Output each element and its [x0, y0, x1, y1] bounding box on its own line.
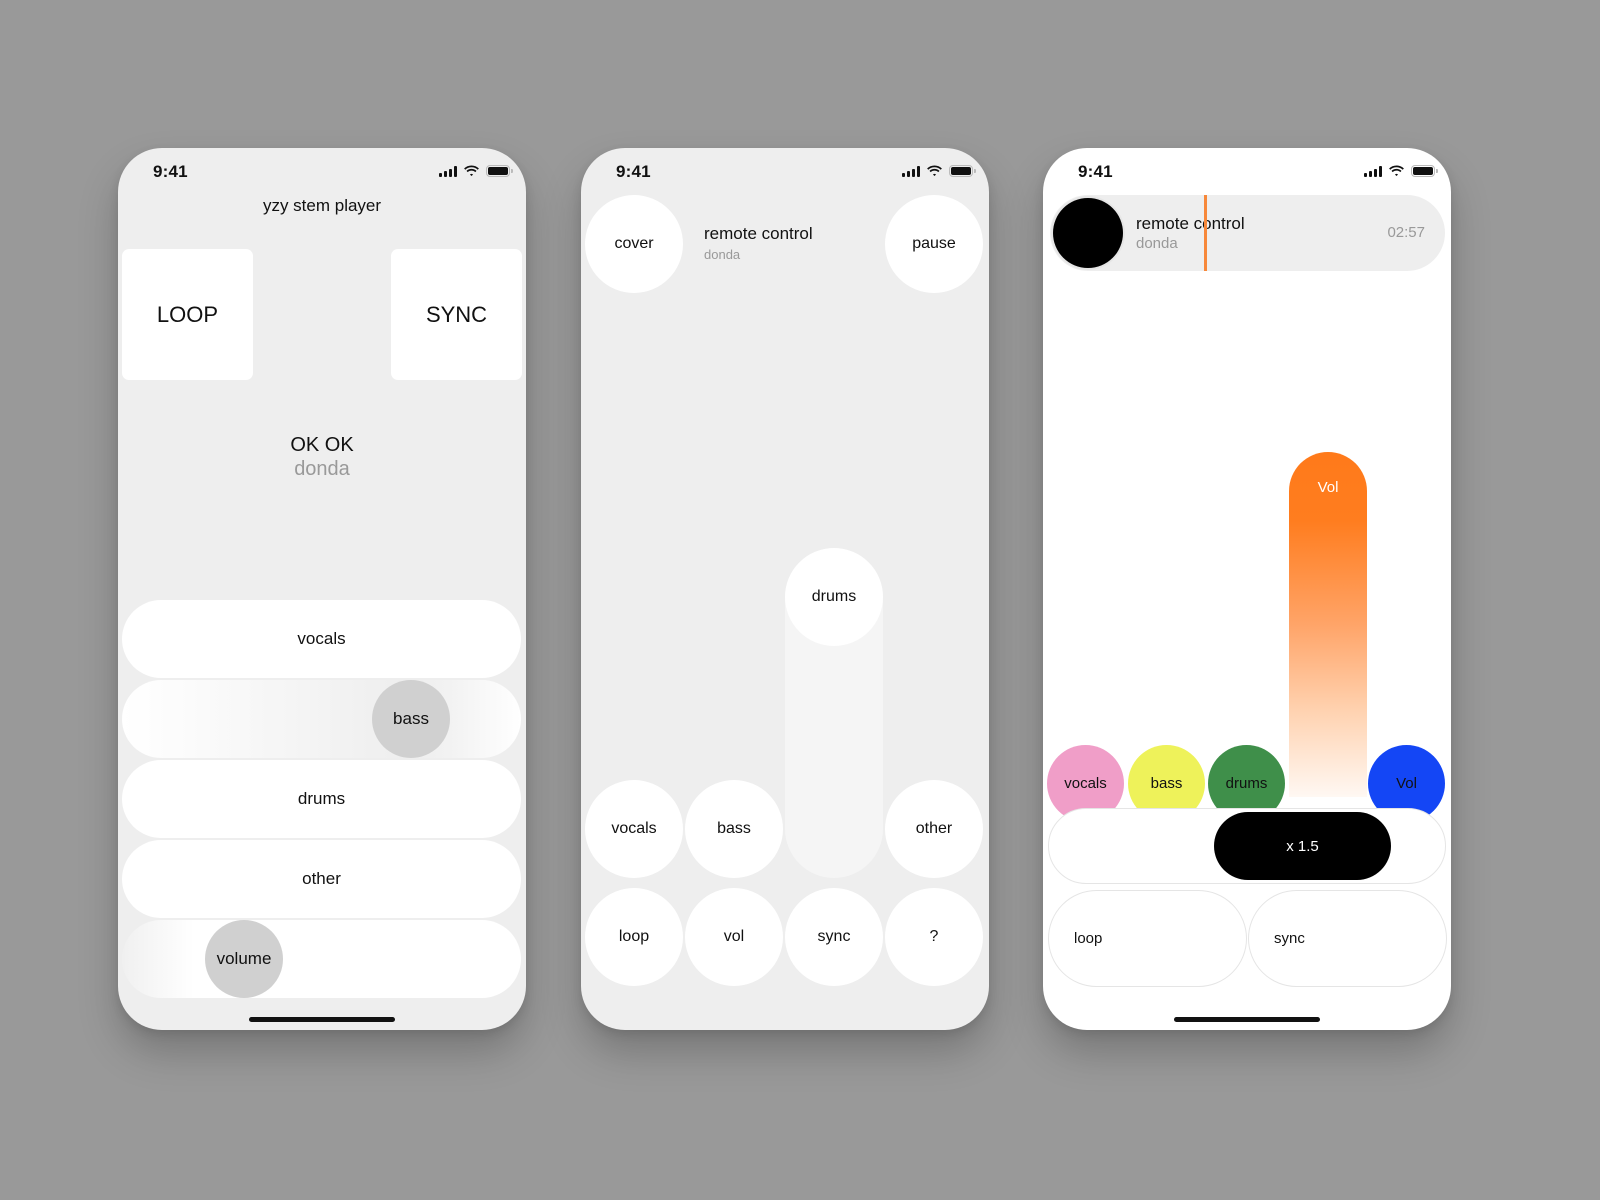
stem-button-bass[interactable]: bass	[685, 780, 783, 878]
status-bar: 9:41	[118, 148, 526, 196]
stem-label: bass	[393, 709, 429, 728]
status-time: 9:41	[1078, 162, 1113, 181]
loop-label: loop	[618, 928, 650, 945]
drums-label: drums	[811, 588, 857, 605]
wifi-icon	[927, 165, 942, 176]
stem-label: bass	[717, 820, 751, 837]
help-label: ?	[929, 928, 939, 945]
phone-screen-remote-color: 9:41 remote control donda 02:57 Vol voca…	[1043, 148, 1451, 1030]
signal-icon	[902, 165, 920, 177]
stem-label: vocals	[611, 820, 657, 837]
vol-button[interactable]: vol	[685, 888, 783, 986]
loop-button[interactable]: loop	[585, 888, 683, 986]
volume-slider[interactable]: Vol	[1289, 452, 1367, 797]
track-artist: donda	[704, 247, 741, 262]
wifi-icon	[464, 165, 479, 176]
signal-icon	[1364, 165, 1382, 177]
volume-slider-label: Vol	[1317, 479, 1339, 496]
sync-label: sync	[817, 928, 851, 945]
speed-slider-handle[interactable]: x 1.5	[1214, 812, 1391, 880]
speed-label: x 1.5	[1286, 837, 1319, 855]
battery-icon	[486, 165, 513, 177]
track-artist: donda	[1136, 235, 1178, 252]
track-title: remote control	[1136, 214, 1245, 233]
slider-knob-volume[interactable]: volume	[205, 920, 283, 998]
track-time: 02:57	[1387, 224, 1425, 241]
loop-button[interactable]: loop	[1048, 890, 1247, 987]
cover-label: cover	[614, 235, 654, 252]
status-time: 9:41	[153, 162, 188, 181]
playhead-marker[interactable]	[1204, 195, 1207, 271]
stem-row-vocals[interactable]: vocals	[122, 600, 521, 678]
drums-slider-knob[interactable]: drums	[785, 548, 883, 646]
app-title: yzy stem player	[262, 196, 382, 215]
stem-label: vocals	[297, 629, 346, 648]
wifi-icon	[1389, 165, 1404, 176]
track-artist: donda	[294, 458, 350, 480]
sync-button[interactable]: sync	[785, 888, 883, 986]
stem-label: drums	[1225, 775, 1268, 792]
status-time: 9:41	[616, 162, 651, 181]
battery-icon	[1411, 165, 1438, 177]
loop-label: loop	[1074, 930, 1103, 947]
battery-icon	[949, 165, 976, 177]
stem-row-other[interactable]: other	[122, 840, 521, 918]
status-bar: 9:41	[581, 148, 989, 196]
vol-label: vol	[723, 928, 745, 945]
stem-slider-bass[interactable]: bass	[122, 680, 521, 758]
track-title: OK OK	[290, 434, 354, 456]
track-title: remote control	[704, 224, 813, 243]
home-indicator	[249, 1017, 395, 1022]
volume-label: volume	[216, 949, 272, 968]
album-cover[interactable]	[1053, 198, 1123, 268]
sync-button[interactable]: sync	[1248, 890, 1447, 987]
cover-button[interactable]: cover	[585, 195, 683, 293]
sync-button[interactable]: SYNC	[391, 249, 522, 380]
stem-button-other[interactable]: other	[885, 780, 983, 878]
stem-label: vocals	[1064, 775, 1107, 792]
status-bar: 9:41	[1043, 148, 1451, 196]
now-playing-bar[interactable]: remote control donda 02:57	[1050, 195, 1445, 271]
pause-button[interactable]: pause	[885, 195, 983, 293]
slider-knob-bass[interactable]: bass	[372, 680, 450, 758]
stem-label: other	[915, 820, 953, 837]
stem-button-vocals[interactable]: vocals	[585, 780, 683, 878]
help-button[interactable]: ?	[885, 888, 983, 986]
track-info: OK OK donda	[118, 433, 526, 481]
phone-screen-remote-circles: 9:41 cover remote control donda pause dr…	[581, 148, 989, 1030]
stem-label: bass	[1150, 775, 1183, 792]
pause-label: pause	[912, 235, 956, 252]
loop-button[interactable]: LOOP	[122, 249, 253, 380]
sync-label: sync	[1274, 930, 1305, 947]
home-indicator	[1174, 1017, 1320, 1022]
stem-label: other	[302, 869, 341, 888]
stem-row-drums[interactable]: drums	[122, 760, 521, 838]
volume-slider[interactable]: volume	[122, 920, 521, 998]
phone-screen-stem-player: 9:41 yzy stem player LOOP SYNC OK OK don…	[118, 148, 526, 1030]
stem-label: drums	[297, 789, 346, 808]
signal-icon	[439, 165, 457, 177]
vol-label: Vol	[1396, 775, 1417, 792]
